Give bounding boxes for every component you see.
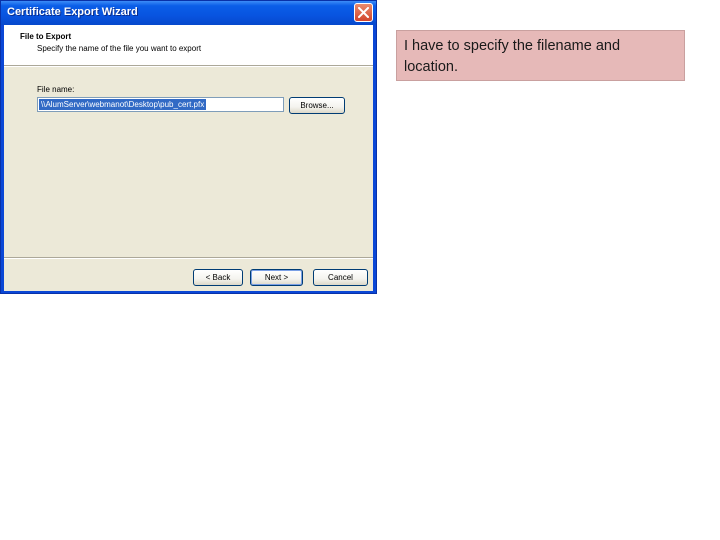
annotation-note: I have to specify the filename and locat… <box>396 30 685 81</box>
certificate-export-wizard-window: Certificate Export Wizard File to Export… <box>0 0 377 294</box>
close-icon <box>358 7 369 18</box>
wizard-body: File to Export Specify the name of the f… <box>4 25 373 291</box>
cancel-button[interactable]: Cancel <box>313 269 368 286</box>
header-divider <box>4 65 373 67</box>
title-bar[interactable]: Certificate Export Wizard <box>1 1 376 25</box>
footer-divider <box>4 257 373 259</box>
close-button[interactable] <box>354 3 373 22</box>
browse-button[interactable]: Browse... <box>289 97 345 114</box>
file-name-value: \\AlumServer\webmanot\Desktop\pub_cert.p… <box>39 99 207 110</box>
file-name-input[interactable]: \\AlumServer\webmanot\Desktop\pub_cert.p… <box>37 97 284 112</box>
window-title: Certificate Export Wizard <box>7 6 138 18</box>
next-button[interactable]: Next > <box>250 269 303 286</box>
page-title: File to Export <box>20 32 72 41</box>
back-button[interactable]: < Back <box>193 269 243 286</box>
file-name-label: File name: <box>37 85 75 94</box>
page-subtitle: Specify the name of the file you want to… <box>37 44 202 53</box>
wizard-header: File to Export Specify the name of the f… <box>4 25 373 65</box>
